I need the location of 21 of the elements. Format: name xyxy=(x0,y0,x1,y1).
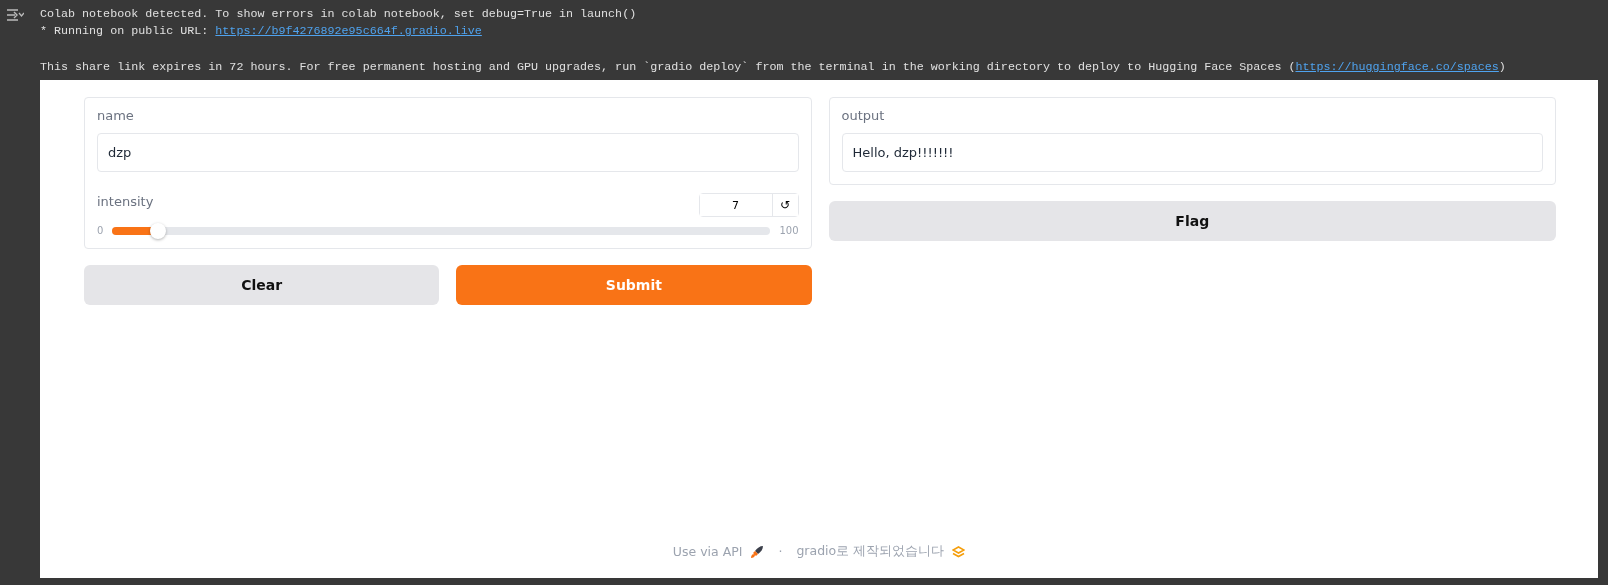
rocket-icon xyxy=(750,544,765,559)
output-field: Hello, dzp!!!!!!! xyxy=(841,133,1543,172)
logo-icon xyxy=(952,545,966,558)
console-line: * Running on public URL: https://b9f4276892e95c664f.gradio.live xyxy=(40,23,482,40)
name-input-field[interactable]: dzp xyxy=(97,133,799,172)
slider-max-label: 100 xyxy=(779,225,799,236)
number-input-field[interactable]: 7 ↺ xyxy=(698,193,799,217)
slider-min-label: 0 xyxy=(97,225,104,236)
output-menu-icon[interactable] xyxy=(6,8,24,22)
url-link[interactable]: https://b9f4276892e95c664f.gradio.live xyxy=(215,24,482,38)
slider-label: intensity xyxy=(97,194,154,209)
reset-button[interactable]: ↺ xyxy=(771,194,798,216)
clear-button[interactable]: Clear xyxy=(84,265,440,305)
console-line: This share link expires in 72 hours. For free permanent hosting and GPU upgrades, run `gradio deploy` from the terminal in the working directory to deploy to Hugging Face Spaces (https://huggingface.co/spaces) xyxy=(40,59,1506,76)
field-label: name xyxy=(97,108,134,123)
field-label: output xyxy=(841,108,885,123)
console-line: Colab notebook detected. To show errors in colab notebook, set debug=True in launch() xyxy=(40,6,637,23)
url-link[interactable]: https://huggingface.co/spaces xyxy=(1295,60,1499,74)
flag-button[interactable]: Flag xyxy=(828,201,1556,241)
separator: · xyxy=(778,544,783,559)
slider-thumb[interactable] xyxy=(150,222,167,239)
